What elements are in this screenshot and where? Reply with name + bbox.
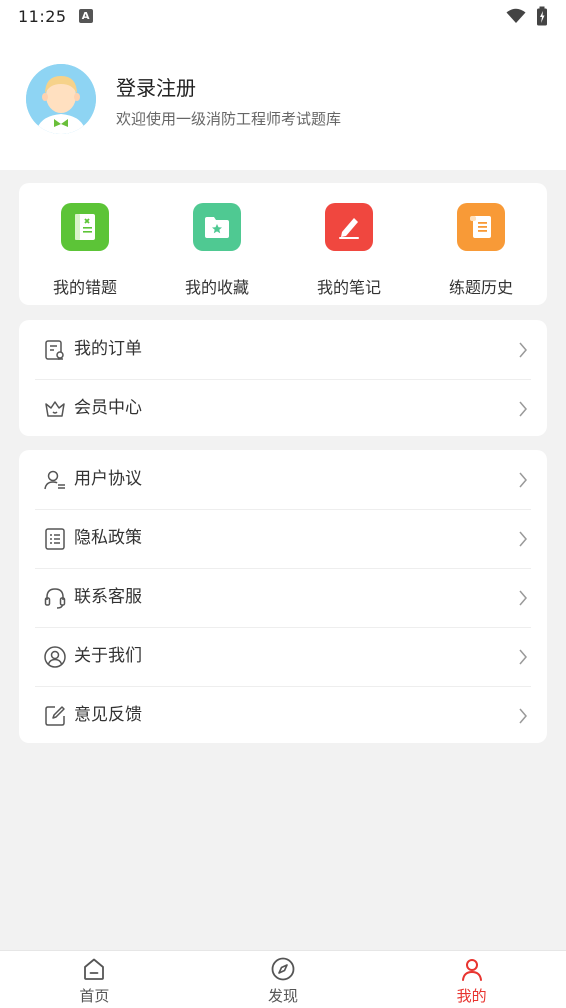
avatar[interactable] bbox=[26, 64, 96, 134]
battery-icon bbox=[537, 6, 547, 26]
chevron-right-icon bbox=[519, 649, 527, 665]
quick-action-label: 练题历史 bbox=[448, 278, 513, 297]
crown-icon bbox=[45, 401, 65, 417]
nav-tab-mine[interactable]: 我的 bbox=[377, 951, 566, 1008]
menu-card-account: 我的订单 会员中心 bbox=[19, 320, 547, 436]
menu-item-user-agreement[interactable]: 用户协议 bbox=[19, 450, 547, 509]
feedback-edit-icon bbox=[45, 706, 65, 726]
menu-item-feedback[interactable]: 意见反馈 bbox=[19, 686, 547, 745]
menu-item-orders[interactable]: 我的订单 bbox=[19, 320, 547, 379]
history-scroll-icon bbox=[457, 203, 505, 251]
status-bar: 11:25 A bbox=[0, 0, 566, 32]
chevron-right-icon bbox=[519, 472, 527, 488]
nav-tab-discover[interactable]: 发现 bbox=[189, 951, 378, 1008]
quick-action-favorites[interactable]: 我的收藏 bbox=[151, 183, 283, 305]
notes-pen-icon bbox=[325, 203, 373, 251]
wrong-questions-icon bbox=[61, 203, 109, 251]
menu-item-label: 用户协议 bbox=[74, 469, 142, 489]
menu-item-membership[interactable]: 会员中心 bbox=[19, 379, 547, 438]
chevron-right-icon bbox=[519, 531, 527, 547]
status-left: 11:25 A bbox=[18, 7, 93, 26]
chevron-right-icon bbox=[519, 708, 527, 724]
nav-tab-label: 我的 bbox=[456, 987, 487, 1005]
menu-item-customer-service[interactable]: 联系客服 bbox=[19, 568, 547, 627]
login-register-title[interactable]: 登录注册 bbox=[116, 72, 196, 101]
avatar-icon bbox=[26, 64, 96, 134]
chevron-right-icon bbox=[519, 342, 527, 358]
quick-action-history[interactable]: 练题历史 bbox=[415, 183, 547, 305]
profile-header[interactable]: 登录注册 欢迎使用一级消防工程师考试题库 bbox=[0, 32, 566, 170]
menu-card-info: 用户协议 隐私政策 联系客服 关于我们 意见反馈 bbox=[19, 450, 547, 743]
headset-icon bbox=[44, 588, 66, 609]
bottom-nav: 首页 发现 我的 bbox=[0, 950, 566, 1008]
menu-item-label: 联系客服 bbox=[74, 587, 142, 607]
privacy-list-icon bbox=[45, 528, 65, 550]
menu-item-label: 会员中心 bbox=[74, 398, 142, 418]
about-user-icon bbox=[44, 646, 66, 668]
nav-tab-label: 发现 bbox=[268, 987, 299, 1005]
status-time: 11:25 bbox=[18, 6, 67, 26]
nav-tab-label: 首页 bbox=[79, 987, 110, 1005]
menu-item-label: 隐私政策 bbox=[74, 528, 142, 548]
status-right bbox=[506, 6, 548, 26]
menu-item-label: 我的订单 bbox=[74, 339, 142, 359]
profile-icon bbox=[461, 959, 482, 981]
quick-action-label: 我的笔记 bbox=[316, 278, 381, 297]
welcome-subtitle: 欢迎使用一级消防工程师考试题库 bbox=[116, 110, 342, 128]
quick-action-label: 我的收藏 bbox=[184, 278, 249, 297]
quick-action-notes[interactable]: 我的笔记 bbox=[283, 183, 415, 305]
chevron-right-icon bbox=[519, 401, 527, 417]
compass-icon bbox=[271, 957, 295, 981]
wifi-icon bbox=[506, 8, 526, 23]
menu-item-privacy-policy[interactable]: 隐私政策 bbox=[19, 509, 547, 568]
nav-tab-home[interactable]: 首页 bbox=[0, 951, 189, 1008]
order-icon bbox=[45, 340, 64, 360]
quick-actions-card: 我的错题 我的收藏 我的笔记 练题历史 bbox=[19, 183, 547, 305]
user-agreement-icon bbox=[44, 470, 65, 490]
home-icon bbox=[84, 958, 105, 980]
chevron-right-icon bbox=[519, 590, 527, 606]
menu-item-label: 关于我们 bbox=[74, 646, 142, 666]
notification-icon: A bbox=[78, 9, 93, 23]
quick-action-label: 我的错题 bbox=[52, 278, 117, 297]
quick-action-wrong-questions[interactable]: 我的错题 bbox=[19, 183, 151, 305]
menu-item-label: 意见反馈 bbox=[74, 705, 142, 725]
menu-item-about-us[interactable]: 关于我们 bbox=[19, 627, 547, 686]
favorites-folder-icon bbox=[193, 203, 241, 251]
